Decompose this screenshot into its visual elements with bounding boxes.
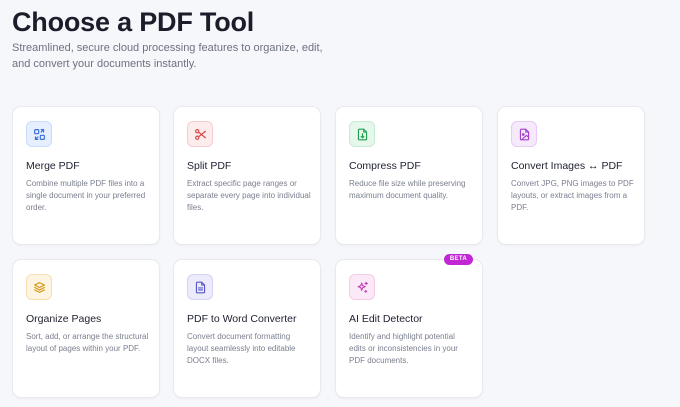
tool-description: Combine multiple PDF files into a single… (26, 179, 146, 212)
tool-description: Reduce file size while preserving maximu… (349, 179, 466, 200)
tool-title: Organize Pages (26, 313, 102, 325)
page-title: Choose a PDF Tool (12, 7, 255, 37)
tool-card-compress-pdf[interactable]: Compress PDF Reduce file size while pres… (335, 106, 483, 245)
tool-title: Compress PDF (349, 160, 421, 172)
pdf-tools-page: Choose a PDF Tool Streamlined, secure cl… (0, 0, 680, 407)
tool-description: Identify and highlight potential edits o… (349, 332, 458, 365)
tool-card-pdf-to-word[interactable]: PDF to Word Converter Convert document f… (173, 259, 321, 398)
tool-card-split-pdf[interactable]: Split PDF Extract specific page ranges o… (173, 106, 321, 245)
tool-description: Sort, add, or arrange the structural lay… (26, 332, 149, 353)
sparkles-icon (349, 274, 375, 300)
tool-card-organize-pages[interactable]: Organize Pages Sort, add, or arrange the… (12, 259, 160, 398)
tool-description: Extract specific page ranges or separate… (187, 179, 311, 212)
tool-description: Convert document formatting layout seaml… (187, 332, 296, 365)
tool-description: Convert JPG, PNG images to PDF layouts, … (511, 179, 634, 212)
image-file-icon (511, 121, 537, 147)
document-icon (187, 274, 213, 300)
tool-title: Convert Images ↔ PDF (511, 160, 623, 172)
tool-card-convert-images[interactable]: Convert Images ↔ PDF Convert JPG, PNG im… (497, 106, 645, 245)
compress-file-icon (349, 121, 375, 147)
page-subtitle: Streamlined, secure cloud processing fea… (12, 42, 323, 70)
tool-title: AI Edit Detector (349, 313, 423, 325)
scissors-icon (187, 121, 213, 147)
tool-card-ai-edit-detector[interactable]: BETA AI Edit Detector Identify and highl… (335, 254, 483, 398)
layers-icon (26, 274, 52, 300)
tool-title: Split PDF (187, 160, 232, 172)
tool-title: PDF to Word Converter (187, 313, 297, 325)
tool-title: Merge PDF (26, 160, 80, 172)
merge-icon (26, 121, 52, 147)
tool-card-merge-pdf[interactable]: Merge PDF Combine multiple PDF files int… (12, 106, 160, 245)
beta-badge: BETA (443, 254, 473, 265)
